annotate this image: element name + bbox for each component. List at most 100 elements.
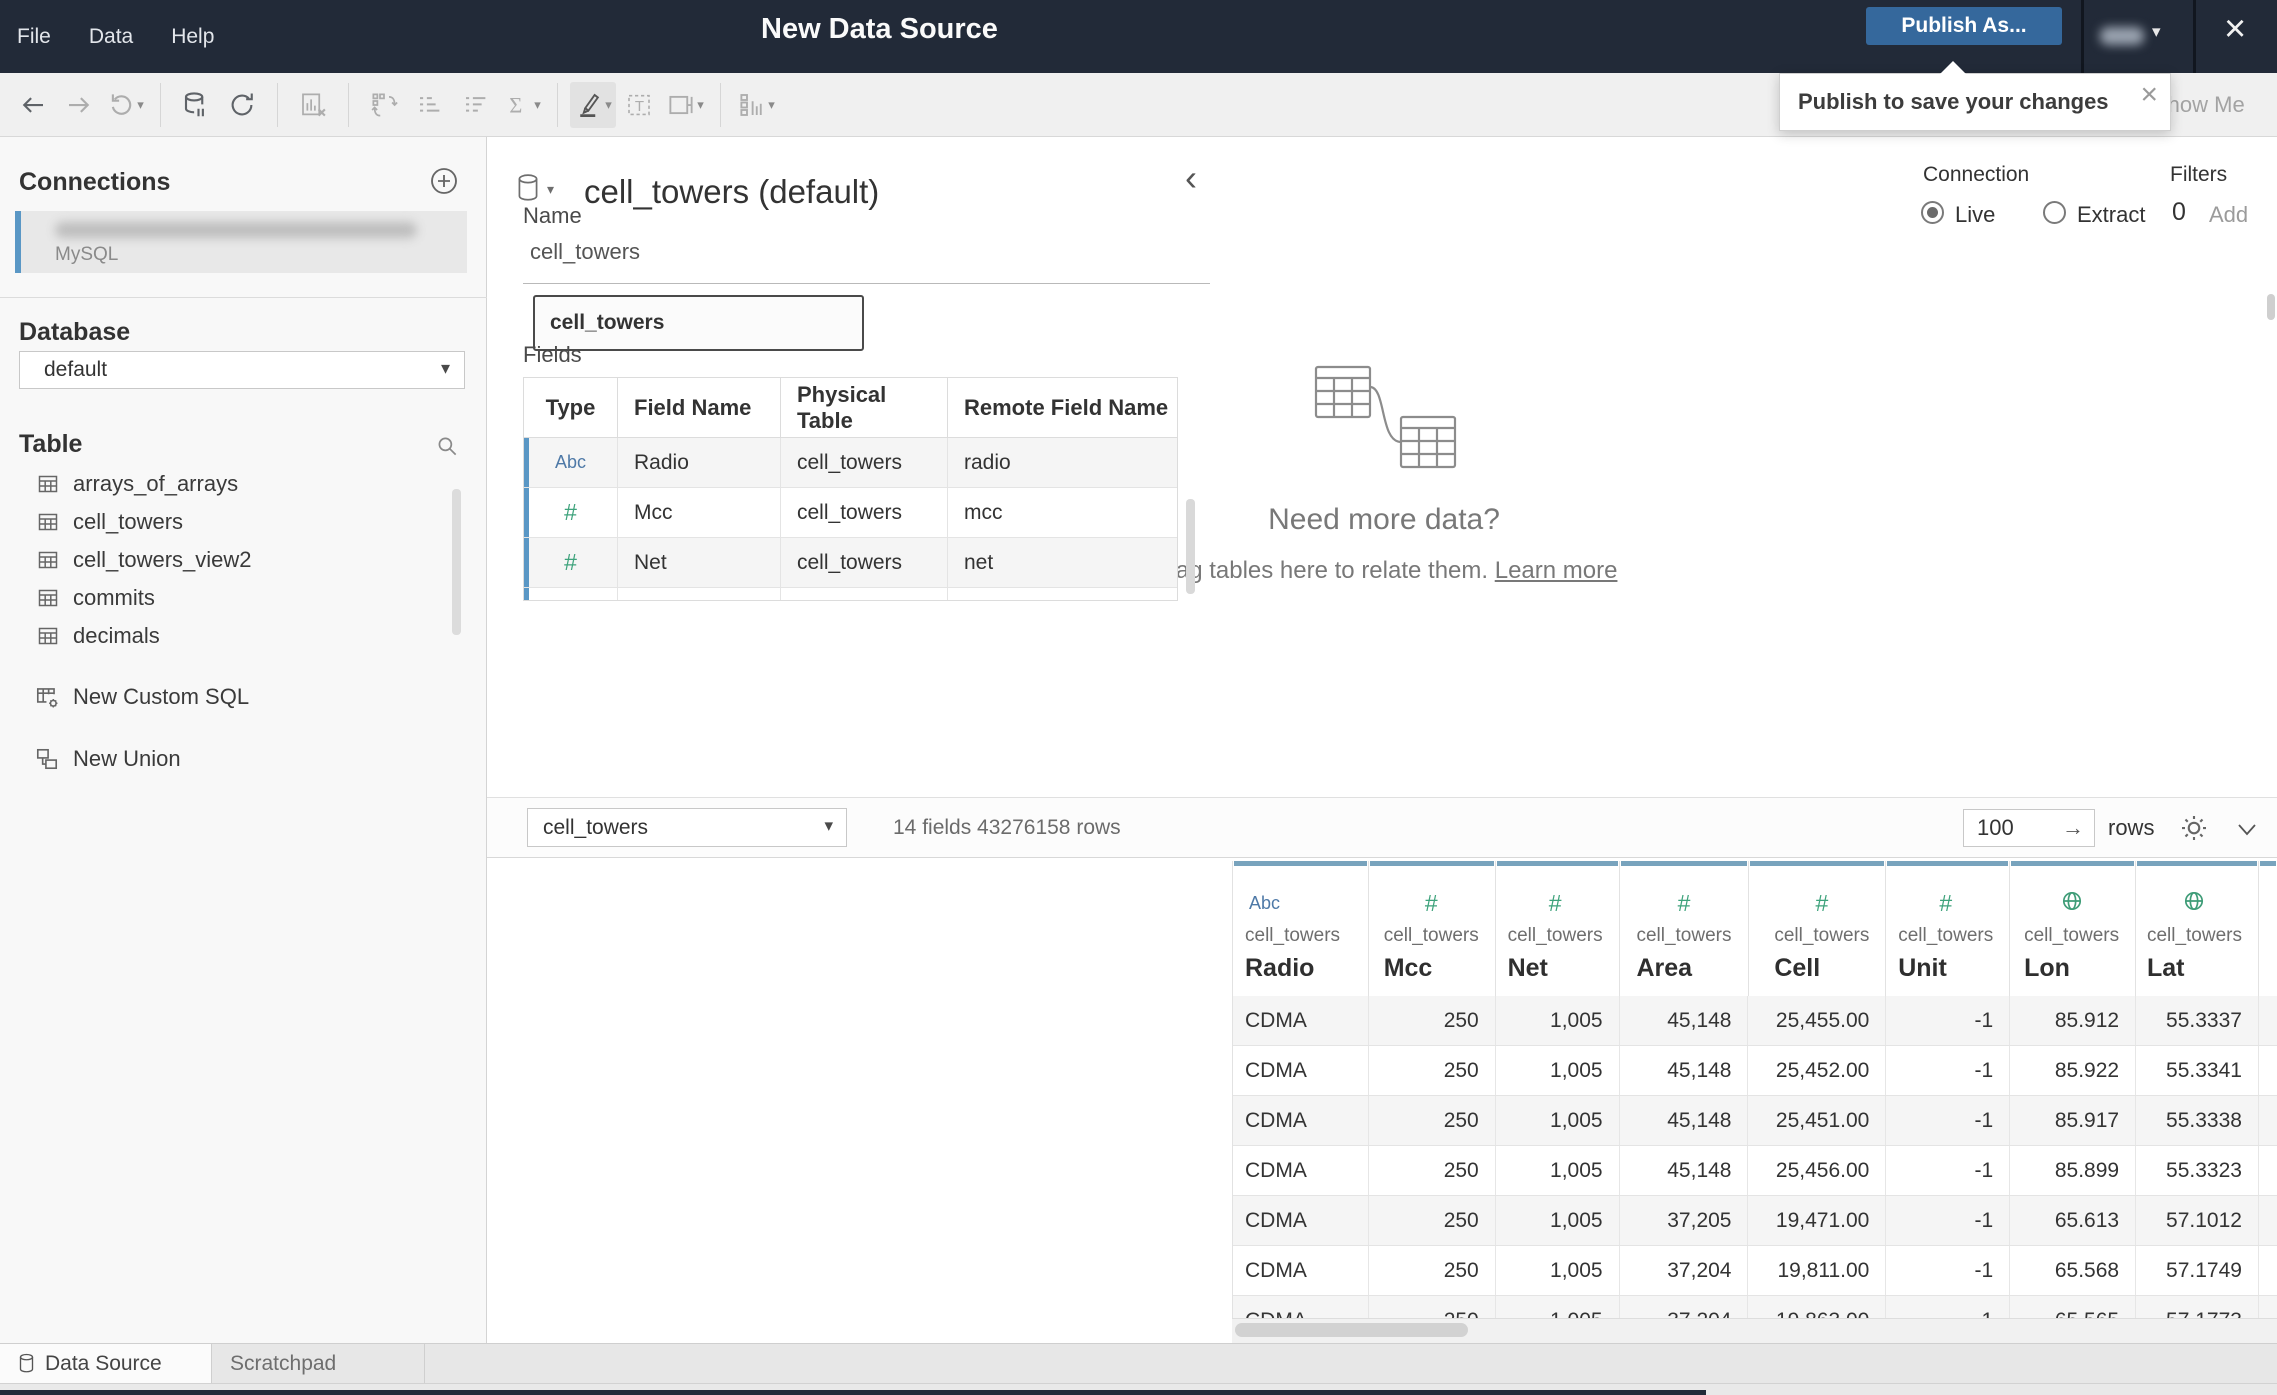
menu-help[interactable]: Help <box>171 25 214 49</box>
add-connection-icon[interactable] <box>428 165 460 197</box>
text-box-icon[interactable]: T <box>616 82 662 128</box>
grid-cell: CDMA <box>1233 1046 1369 1095</box>
fields-col-remote-field-name: Remote Field Name <box>964 394 1169 420</box>
connection-type-label: MySQL <box>55 244 119 265</box>
sidebar-table-cell_towers_view2[interactable]: cell_towers_view2 <box>0 541 470 579</box>
apply-rows-arrow-icon[interactable]: → <box>2062 810 2084 846</box>
rows-count-value: 100 <box>1977 815 2014 840</box>
filters-label: Filters <box>2170 163 2228 186</box>
gear-icon[interactable] <box>2179 813 2209 843</box>
table-node-cell-towers[interactable]: cell_towers <box>533 295 864 351</box>
pause-updates-icon[interactable] <box>173 82 219 128</box>
user-caret-icon[interactable]: ▾ <box>2152 22 2161 42</box>
clear-sheet-icon[interactable] <box>290 82 336 128</box>
extract-radio[interactable] <box>2043 201 2066 224</box>
globe-icon <box>2182 889 2206 918</box>
sort-ascending-icon[interactable] <box>407 82 453 128</box>
sidebar-divider <box>0 297 487 298</box>
table-list-scrollbar[interactable] <box>452 489 461 635</box>
grid-column-header-Mcc[interactable]: # cell_towers Mcc <box>1368 861 1496 996</box>
tab-data-source[interactable]: Data Source <box>0 1344 212 1383</box>
sidebar-table-arrays_of_arrays[interactable]: arrays_of_arrays <box>0 465 470 503</box>
field-row-Net[interactable]: # Net cell_towers net <box>524 538 1177 588</box>
menu-data[interactable]: Data <box>89 25 133 49</box>
sidebar-table-commits[interactable]: commits <box>0 579 470 617</box>
column-accent-strip <box>2011 861 2135 866</box>
replay-icon[interactable]: ▾ <box>102 82 148 128</box>
sidebar-table-decimals[interactable]: decimals <box>0 617 470 655</box>
action-custom-sql[interactable]: New Custom SQL <box>0 677 470 717</box>
connection-label: Connection <box>1923 163 2030 186</box>
redo-icon[interactable] <box>56 82 102 128</box>
grid-cell: 57.1773 <box>2136 1296 2259 1318</box>
grid-cell: 250 <box>1369 1246 1496 1295</box>
grid-horizontal-scrollbar[interactable] <box>1232 1318 2277 1343</box>
field-name-cell: Net <box>618 538 781 587</box>
menu-bar: File Data Help <box>17 0 214 73</box>
grid-column-header-Net[interactable]: # cell_towers Net <box>1495 861 1620 996</box>
live-radio[interactable] <box>1921 201 1944 224</box>
status-progress-bar <box>0 1390 1706 1395</box>
grid-column-header-Lat[interactable]: cell_towers Lat <box>2136 861 2259 996</box>
grid-cell: CDMA <box>1233 1146 1369 1195</box>
undo-icon[interactable] <box>10 82 56 128</box>
totals-icon[interactable]: Σ ▾ <box>499 82 545 128</box>
publish-as-button[interactable]: Publish As... <box>1866 7 2062 45</box>
tab-scratchpad-label: Scratchpad <box>230 1351 337 1375</box>
user-menu[interactable] <box>2100 27 2144 45</box>
pane-table-select-value: cell_towers <box>543 815 649 839</box>
field-row-Mcc[interactable]: # Mcc cell_towers mcc <box>524 488 1177 538</box>
grid-cell: 85.912 <box>2010 996 2137 1045</box>
column-accent-strip <box>1749 861 1885 866</box>
grid-horizontal-scrollbar-thumb[interactable] <box>1235 1323 1468 1337</box>
grid-vertical-scrollbar[interactable] <box>2267 294 2275 320</box>
caret-down-icon: ▾ <box>137 96 144 112</box>
show-me-panel-icon[interactable]: ▾ <box>733 82 779 128</box>
grid-cell: 250 <box>1369 996 1496 1045</box>
grid-cell: -1 <box>1886 1296 2011 1318</box>
grid-column-header-Lon[interactable]: cell_towers Lon <box>2010 861 2137 996</box>
name-input[interactable]: cell_towers <box>530 239 640 265</box>
table-grid-icon <box>36 586 60 610</box>
sidebar-table-cell_towers[interactable]: cell_towers <box>0 503 470 541</box>
search-icon[interactable] <box>434 433 460 459</box>
highlight-icon[interactable]: ▾ <box>570 81 616 128</box>
fields-table-scrollbar[interactable] <box>1186 499 1195 594</box>
filters-add-link[interactable]: Add <box>2209 202 2248 228</box>
grid-column-header-Radio[interactable]: Abc cell_towers Radio <box>1233 861 1369 996</box>
collapse-panel-icon[interactable]: ‹ <box>1185 157 1197 199</box>
fit-width-icon[interactable]: ▾ <box>662 82 708 128</box>
grid-column-header-Unit[interactable]: # cell_towers Unit <box>1886 861 2011 996</box>
column-table-label: cell_towers <box>1507 925 1603 946</box>
string-type-icon: Abc <box>1249 892 1281 913</box>
rows-count-input[interactable]: 100 → <box>1963 809 2095 847</box>
sort-descending-icon[interactable] <box>453 82 499 128</box>
field-name-cell: Radio <box>618 438 781 487</box>
tab-scratchpad[interactable]: Scratchpad <box>212 1344 425 1383</box>
field-row-Radio[interactable]: Abc Radio cell_towers radio <box>524 438 1177 488</box>
refresh-icon[interactable] <box>219 82 265 128</box>
grid-column-header-Cell[interactable]: # cell_towers Cell <box>1748 861 1887 996</box>
name-label: Name <box>523 203 582 228</box>
titlebar-divider <box>2081 0 2084 73</box>
grid-column-header-Area[interactable]: # cell_towers Area <box>1619 861 1749 996</box>
menu-file[interactable]: File <box>17 25 51 49</box>
live-radio-label[interactable]: Live <box>1955 202 1995 228</box>
caret-down-icon: ▾ <box>824 816 833 835</box>
connection-item[interactable]: MySQL <box>15 211 467 273</box>
swap-rows-columns-icon[interactable] <box>361 82 407 128</box>
database-select[interactable]: default ▾ <box>19 351 465 389</box>
grid-cell: 65.568 <box>2010 1246 2137 1295</box>
grid-cell: -1 <box>1886 1096 2011 1145</box>
column-accent-strip <box>2137 861 2257 866</box>
tooltip-close-icon[interactable]: × <box>2140 78 2158 112</box>
caret-down-icon[interactable]: ▾ <box>547 181 554 198</box>
pane-table-select[interactable]: cell_towers ▾ <box>527 808 847 847</box>
table-name-label: decimals <box>73 623 160 648</box>
datasource-cylinder-icon[interactable] <box>515 173 541 203</box>
action-union[interactable]: New Union <box>0 739 470 779</box>
chevron-down-icon[interactable] <box>2235 817 2259 841</box>
window-close-icon[interactable]: × <box>2224 10 2246 48</box>
learn-more-link[interactable]: Learn more <box>1495 557 1618 584</box>
extract-radio-label[interactable]: Extract <box>2077 202 2145 228</box>
